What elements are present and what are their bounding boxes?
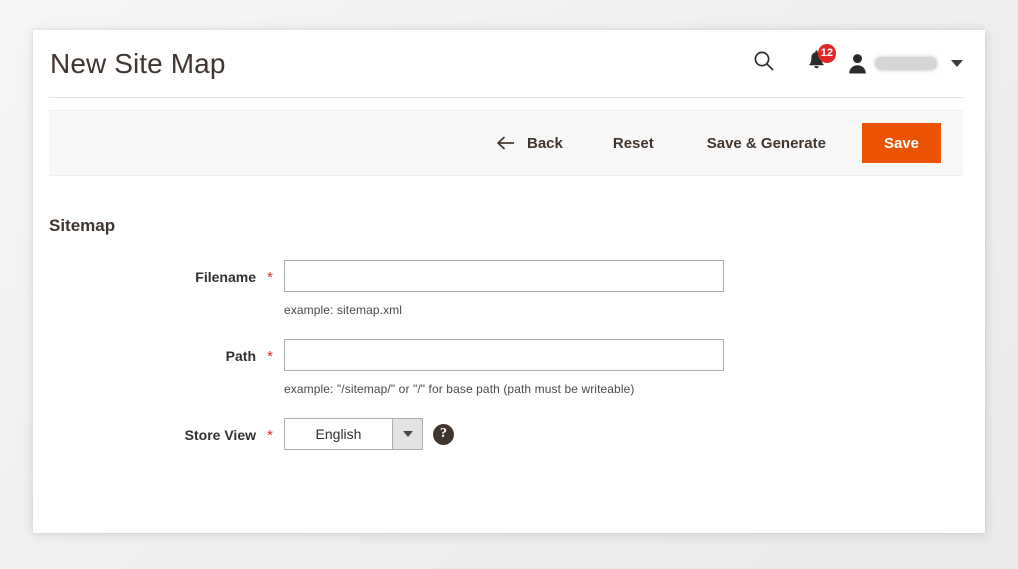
store-view-select-wrap: English ? [284,418,985,450]
store-view-select[interactable]: English [284,418,423,450]
store-view-control: English ? [284,418,985,450]
back-button-label: Back [527,134,563,152]
page-title: New Site Map [50,48,226,79]
page-header: New Site Map 12 [33,30,985,98]
path-note: example: "/sitemap/" or "/" for base pat… [284,382,635,396]
field-row-store-view: Store View * English ? [33,418,985,450]
chevron-down-icon [951,59,963,67]
header-divider [49,97,963,98]
page-actions-toolbar: Back Reset Save & Generate Save [49,110,963,176]
field-row-filename: Filename * example: sitemap.xml [33,260,985,317]
search-icon [753,50,775,77]
path-label: Path [225,348,256,364]
sitemap-form: Filename * example: sitemap.xml Path * e… [33,260,985,472]
notifications-button[interactable]: 12 [799,44,836,80]
path-required-marker: * [267,348,273,365]
section-title-sitemap: Sitemap [49,216,116,235]
arrow-left-icon [496,136,516,150]
path-control: example: "/sitemap/" or "/" for base pat… [284,339,985,396]
question-mark-icon[interactable]: ? [433,423,454,445]
header-tools: 12 [747,44,963,80]
notification-count-badge: 12 [817,44,836,63]
account-menu[interactable] [847,52,963,74]
search-button[interactable] [747,46,781,80]
filename-label: Filename [195,269,256,285]
filename-input[interactable] [284,260,724,292]
filename-control: example: sitemap.xml [284,260,985,317]
store-view-required-marker: * [267,427,273,444]
back-button[interactable]: Back [482,127,577,160]
save-and-generate-button[interactable]: Save & Generate [693,127,840,160]
save-button[interactable]: Save [861,123,941,163]
account-username-redacted [875,56,937,70]
reset-button[interactable]: Reset [599,127,668,160]
admin-content-card: New Site Map 12 Back Reset Save & Genera… [33,30,985,533]
store-view-label: Store View [184,427,256,443]
field-row-path: Path * example: "/sitemap/" or "/" for b… [33,339,985,396]
filename-note: example: sitemap.xml [284,303,403,317]
user-icon [847,52,867,74]
path-input[interactable] [284,339,724,371]
filename-required-marker: * [267,269,273,286]
chevron-down-icon[interactable] [392,419,422,449]
store-view-selected-value: English [315,426,362,442]
